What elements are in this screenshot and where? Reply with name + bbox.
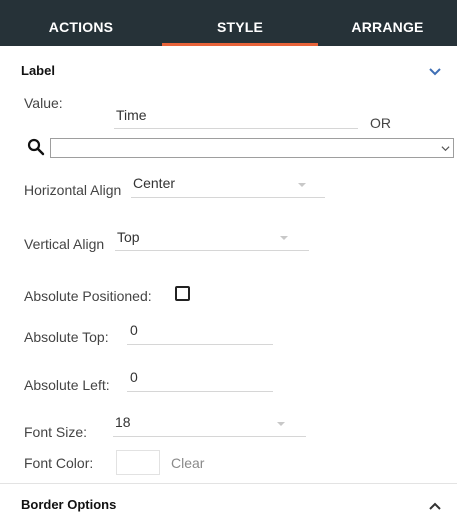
absolute-left-value: 0: [130, 369, 138, 385]
search-icon[interactable]: [27, 138, 45, 156]
vertical-align-select[interactable]: Top: [115, 228, 309, 251]
absolute-top-input[interactable]: 0: [127, 321, 273, 345]
value-input-text: Time: [116, 107, 147, 123]
tab-bar: ACTIONS STYLE ARRANGE: [0, 0, 457, 46]
font-color-label: Font Color:: [24, 455, 94, 471]
horizontal-align-select[interactable]: Center: [131, 174, 325, 198]
tab-actions[interactable]: ACTIONS: [0, 0, 162, 46]
value-input[interactable]: Time: [114, 106, 358, 129]
label-section-header[interactable]: Label: [0, 46, 457, 90]
vertical-align-value: Top: [117, 229, 140, 245]
chevron-down-icon: [280, 236, 288, 240]
value-label: Value:: [24, 95, 63, 111]
search-select[interactable]: [50, 138, 454, 158]
font-color-swatch[interactable]: [116, 450, 160, 475]
tab-arrange[interactable]: ARRANGE: [318, 0, 457, 46]
label-section-title: Label: [21, 63, 55, 78]
chevron-down-icon: [441, 146, 450, 152]
vertical-align-label: Vertical Align: [24, 236, 105, 252]
absolute-positioned-label: Absolute Positioned:: [24, 288, 152, 304]
absolute-left-input[interactable]: 0: [127, 368, 273, 392]
chevron-down-icon[interactable]: [427, 64, 443, 80]
font-size-select[interactable]: 18: [113, 413, 306, 437]
border-options-title: Border Options: [21, 497, 117, 512]
chevron-down-icon: [277, 422, 285, 426]
absolute-top-value: 0: [130, 322, 138, 338]
font-size-value: 18: [115, 414, 131, 430]
absolute-top-label: Absolute Top:: [24, 329, 109, 345]
or-text: OR: [370, 115, 391, 131]
clear-color-link[interactable]: Clear: [171, 455, 204, 471]
absolute-left-label: Absolute Left:: [24, 377, 110, 393]
tab-style[interactable]: STYLE: [162, 0, 318, 46]
horizontal-align-label: Horizontal Align: [24, 182, 122, 198]
chevron-up-icon[interactable]: [427, 498, 443, 514]
font-size-label: Font Size:: [24, 424, 88, 440]
absolute-positioned-checkbox[interactable]: [175, 286, 190, 301]
border-options-header[interactable]: Border Options: [0, 484, 457, 518]
horizontal-align-value: Center: [133, 175, 176, 191]
chevron-down-icon: [298, 183, 306, 187]
